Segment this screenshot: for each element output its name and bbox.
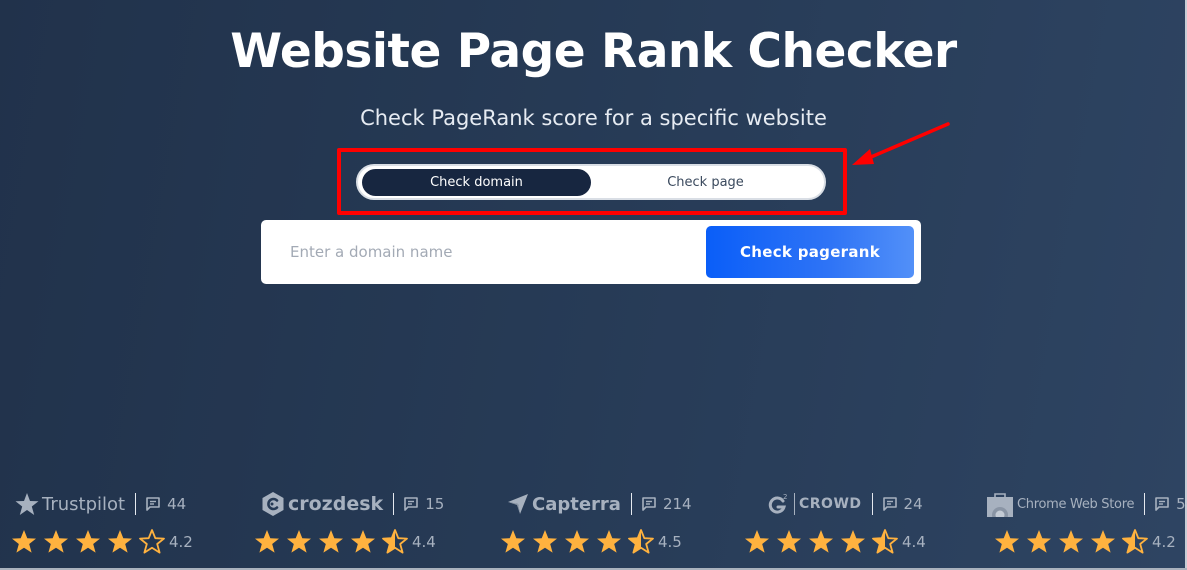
star-rating: 4.2 bbox=[993, 527, 1176, 557]
star-full-icon bbox=[777, 530, 801, 553]
star-full-icon bbox=[44, 530, 68, 553]
review-g2-crowd[interactable]: 2 CROWD 24 4.4 bbox=[745, 484, 988, 564]
rating-value: 4.5 bbox=[658, 533, 682, 551]
star-full-icon bbox=[745, 530, 769, 553]
brand-name: Trustpilot bbox=[42, 493, 126, 515]
brand-name: Chrome Web Store bbox=[1017, 496, 1135, 512]
review-capterra[interactable]: Capterra 214 4.5 bbox=[501, 484, 737, 564]
check-domain-tab[interactable]: Check domain bbox=[362, 168, 591, 196]
rating-value: 4.4 bbox=[412, 533, 436, 551]
check-pagerank-button[interactable]: Check pagerank bbox=[706, 226, 914, 278]
star-rating: 4.4 bbox=[253, 527, 436, 557]
g2-separator bbox=[794, 493, 795, 515]
divider bbox=[630, 493, 632, 515]
brand-name: CROWD bbox=[799, 496, 862, 512]
review-count: 24 bbox=[903, 495, 923, 513]
review-trustpilot[interactable]: Trustpilot 44 4.2 bbox=[12, 484, 245, 564]
divider bbox=[393, 493, 395, 515]
crozdesk-logo-icon bbox=[261, 491, 285, 517]
review-count: 56 bbox=[1176, 495, 1187, 513]
star-empty-icon bbox=[139, 529, 165, 554]
svg-text:2: 2 bbox=[783, 493, 787, 501]
chrome-web-store-icon bbox=[986, 491, 1014, 517]
brand-name: Capterra bbox=[532, 493, 621, 515]
capterra-arrow-icon bbox=[507, 493, 529, 515]
star-full-icon bbox=[319, 530, 343, 553]
star-rating: 4.2 bbox=[10, 527, 193, 557]
star-full-icon bbox=[1059, 530, 1083, 553]
star-full-icon bbox=[995, 530, 1019, 553]
g2-logo-icon: 2 bbox=[768, 492, 790, 516]
star-full-icon bbox=[108, 530, 132, 553]
comment-icon bbox=[145, 496, 161, 512]
star-full-icon bbox=[841, 530, 865, 553]
divider bbox=[1144, 493, 1146, 515]
star-full-icon bbox=[501, 530, 525, 553]
star-half-icon bbox=[872, 529, 898, 554]
star-rating: 4.5 bbox=[499, 527, 682, 557]
star-rating: 4.4 bbox=[743, 527, 926, 557]
star-full-icon bbox=[12, 530, 36, 553]
star-full-icon bbox=[597, 530, 621, 553]
check-page-tab[interactable]: Check page bbox=[591, 169, 820, 196]
star-half-icon bbox=[628, 529, 654, 554]
star-full-icon bbox=[565, 530, 589, 553]
mode-toggle: Check domain Check page bbox=[356, 164, 826, 200]
trustpilot-star-icon bbox=[15, 492, 39, 516]
review-count: 44 bbox=[167, 495, 187, 513]
comment-icon bbox=[403, 496, 419, 512]
divider bbox=[871, 493, 873, 515]
star-full-icon bbox=[351, 530, 375, 553]
star-full-icon bbox=[255, 530, 279, 553]
star-full-icon bbox=[809, 530, 833, 553]
rating-value: 4.2 bbox=[1152, 533, 1176, 551]
comment-icon bbox=[1154, 496, 1170, 512]
divider bbox=[135, 493, 137, 515]
star-full-icon bbox=[1091, 530, 1115, 553]
review-crozdesk[interactable]: crozdesk 15 4.4 bbox=[255, 484, 491, 564]
review-count: 214 bbox=[662, 495, 692, 513]
star-full-icon bbox=[287, 530, 311, 553]
review-badges: Trustpilot 44 4.2 crozdesk 15 4.4 Capter… bbox=[0, 484, 1187, 564]
page-subtitle: Check PageRank score for a specific webs… bbox=[360, 106, 827, 130]
domain-input[interactable] bbox=[261, 220, 701, 284]
rating-value: 4.2 bbox=[169, 533, 193, 551]
review-chrome-web-store[interactable]: Chrome Web Store 56 4.2 bbox=[986, 484, 1187, 564]
rating-value: 4.4 bbox=[902, 533, 926, 551]
star-half-icon bbox=[1122, 529, 1148, 554]
comment-icon bbox=[882, 496, 898, 512]
brand-name: crozdesk bbox=[288, 493, 384, 515]
search-form: Check pagerank bbox=[261, 220, 921, 284]
review-count: 15 bbox=[425, 495, 445, 513]
star-full-icon bbox=[533, 530, 557, 553]
comment-icon bbox=[641, 496, 657, 512]
star-half-icon bbox=[382, 529, 408, 554]
page-title: Website Page Rank Checker bbox=[230, 24, 957, 79]
star-full-icon bbox=[76, 530, 100, 553]
star-full-icon bbox=[1027, 530, 1051, 553]
annotation-arrow-icon bbox=[852, 122, 950, 165]
